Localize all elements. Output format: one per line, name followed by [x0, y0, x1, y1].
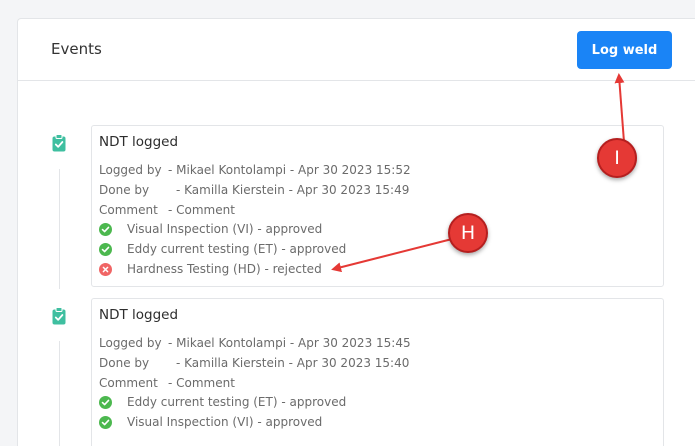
annotation-marker-h: H	[448, 213, 488, 253]
annotation-arrows	[331, 73, 625, 273]
annotation-marker-i: I	[597, 138, 637, 178]
arrow-h	[331, 237, 457, 273]
arrow-i	[614, 73, 625, 143]
